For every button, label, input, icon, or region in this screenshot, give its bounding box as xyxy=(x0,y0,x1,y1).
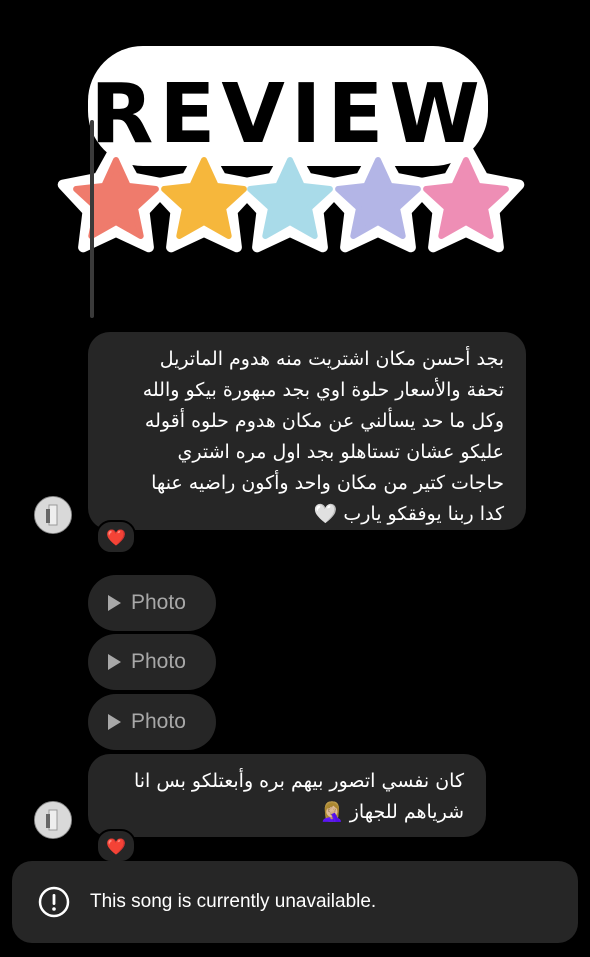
play-icon xyxy=(108,714,121,730)
photo-label: Photo xyxy=(131,591,186,614)
avatar-image-icon xyxy=(35,497,71,533)
message-text: كان نفسي اتصور بيهم بره وأبعتلكو بس انا … xyxy=(133,770,464,823)
photo-label: Photo xyxy=(131,710,186,733)
review-sticker-art: REVIEW xyxy=(57,46,525,253)
toast-notification: This song is currently unavailable. xyxy=(12,861,578,943)
heart-reaction[interactable]: ❤️ xyxy=(96,829,136,863)
heart-reaction[interactable]: ❤️ xyxy=(96,520,136,554)
message-bubble[interactable]: بجد أحسن مكان اشتريت منه هدوم الماتريل ت… xyxy=(88,332,526,530)
message-bubble[interactable]: كان نفسي اتصور بيهم بره وأبعتلكو بس انا … xyxy=(88,754,486,837)
avatar-image-icon xyxy=(35,802,71,838)
play-icon xyxy=(108,654,121,670)
photo-message[interactable]: Photo xyxy=(88,575,216,631)
avatar[interactable] xyxy=(34,496,72,534)
thread-line xyxy=(90,120,94,318)
message-text: بجد أحسن مكان اشتريت منه هدوم الماتريل ت… xyxy=(142,348,504,525)
heart-icon: ❤️ xyxy=(106,527,126,547)
photo-message[interactable]: Photo xyxy=(88,694,216,750)
toast-text: This song is currently unavailable. xyxy=(90,891,377,912)
avatar[interactable] xyxy=(34,801,72,839)
photo-message[interactable]: Photo xyxy=(88,634,216,690)
alert-circle-icon xyxy=(38,886,70,918)
heart-icon: ❤️ xyxy=(106,836,126,856)
review-sticker: REVIEW xyxy=(52,42,530,282)
review-title: REVIEW xyxy=(90,67,486,162)
photo-label: Photo xyxy=(131,650,186,673)
play-icon xyxy=(108,595,121,611)
